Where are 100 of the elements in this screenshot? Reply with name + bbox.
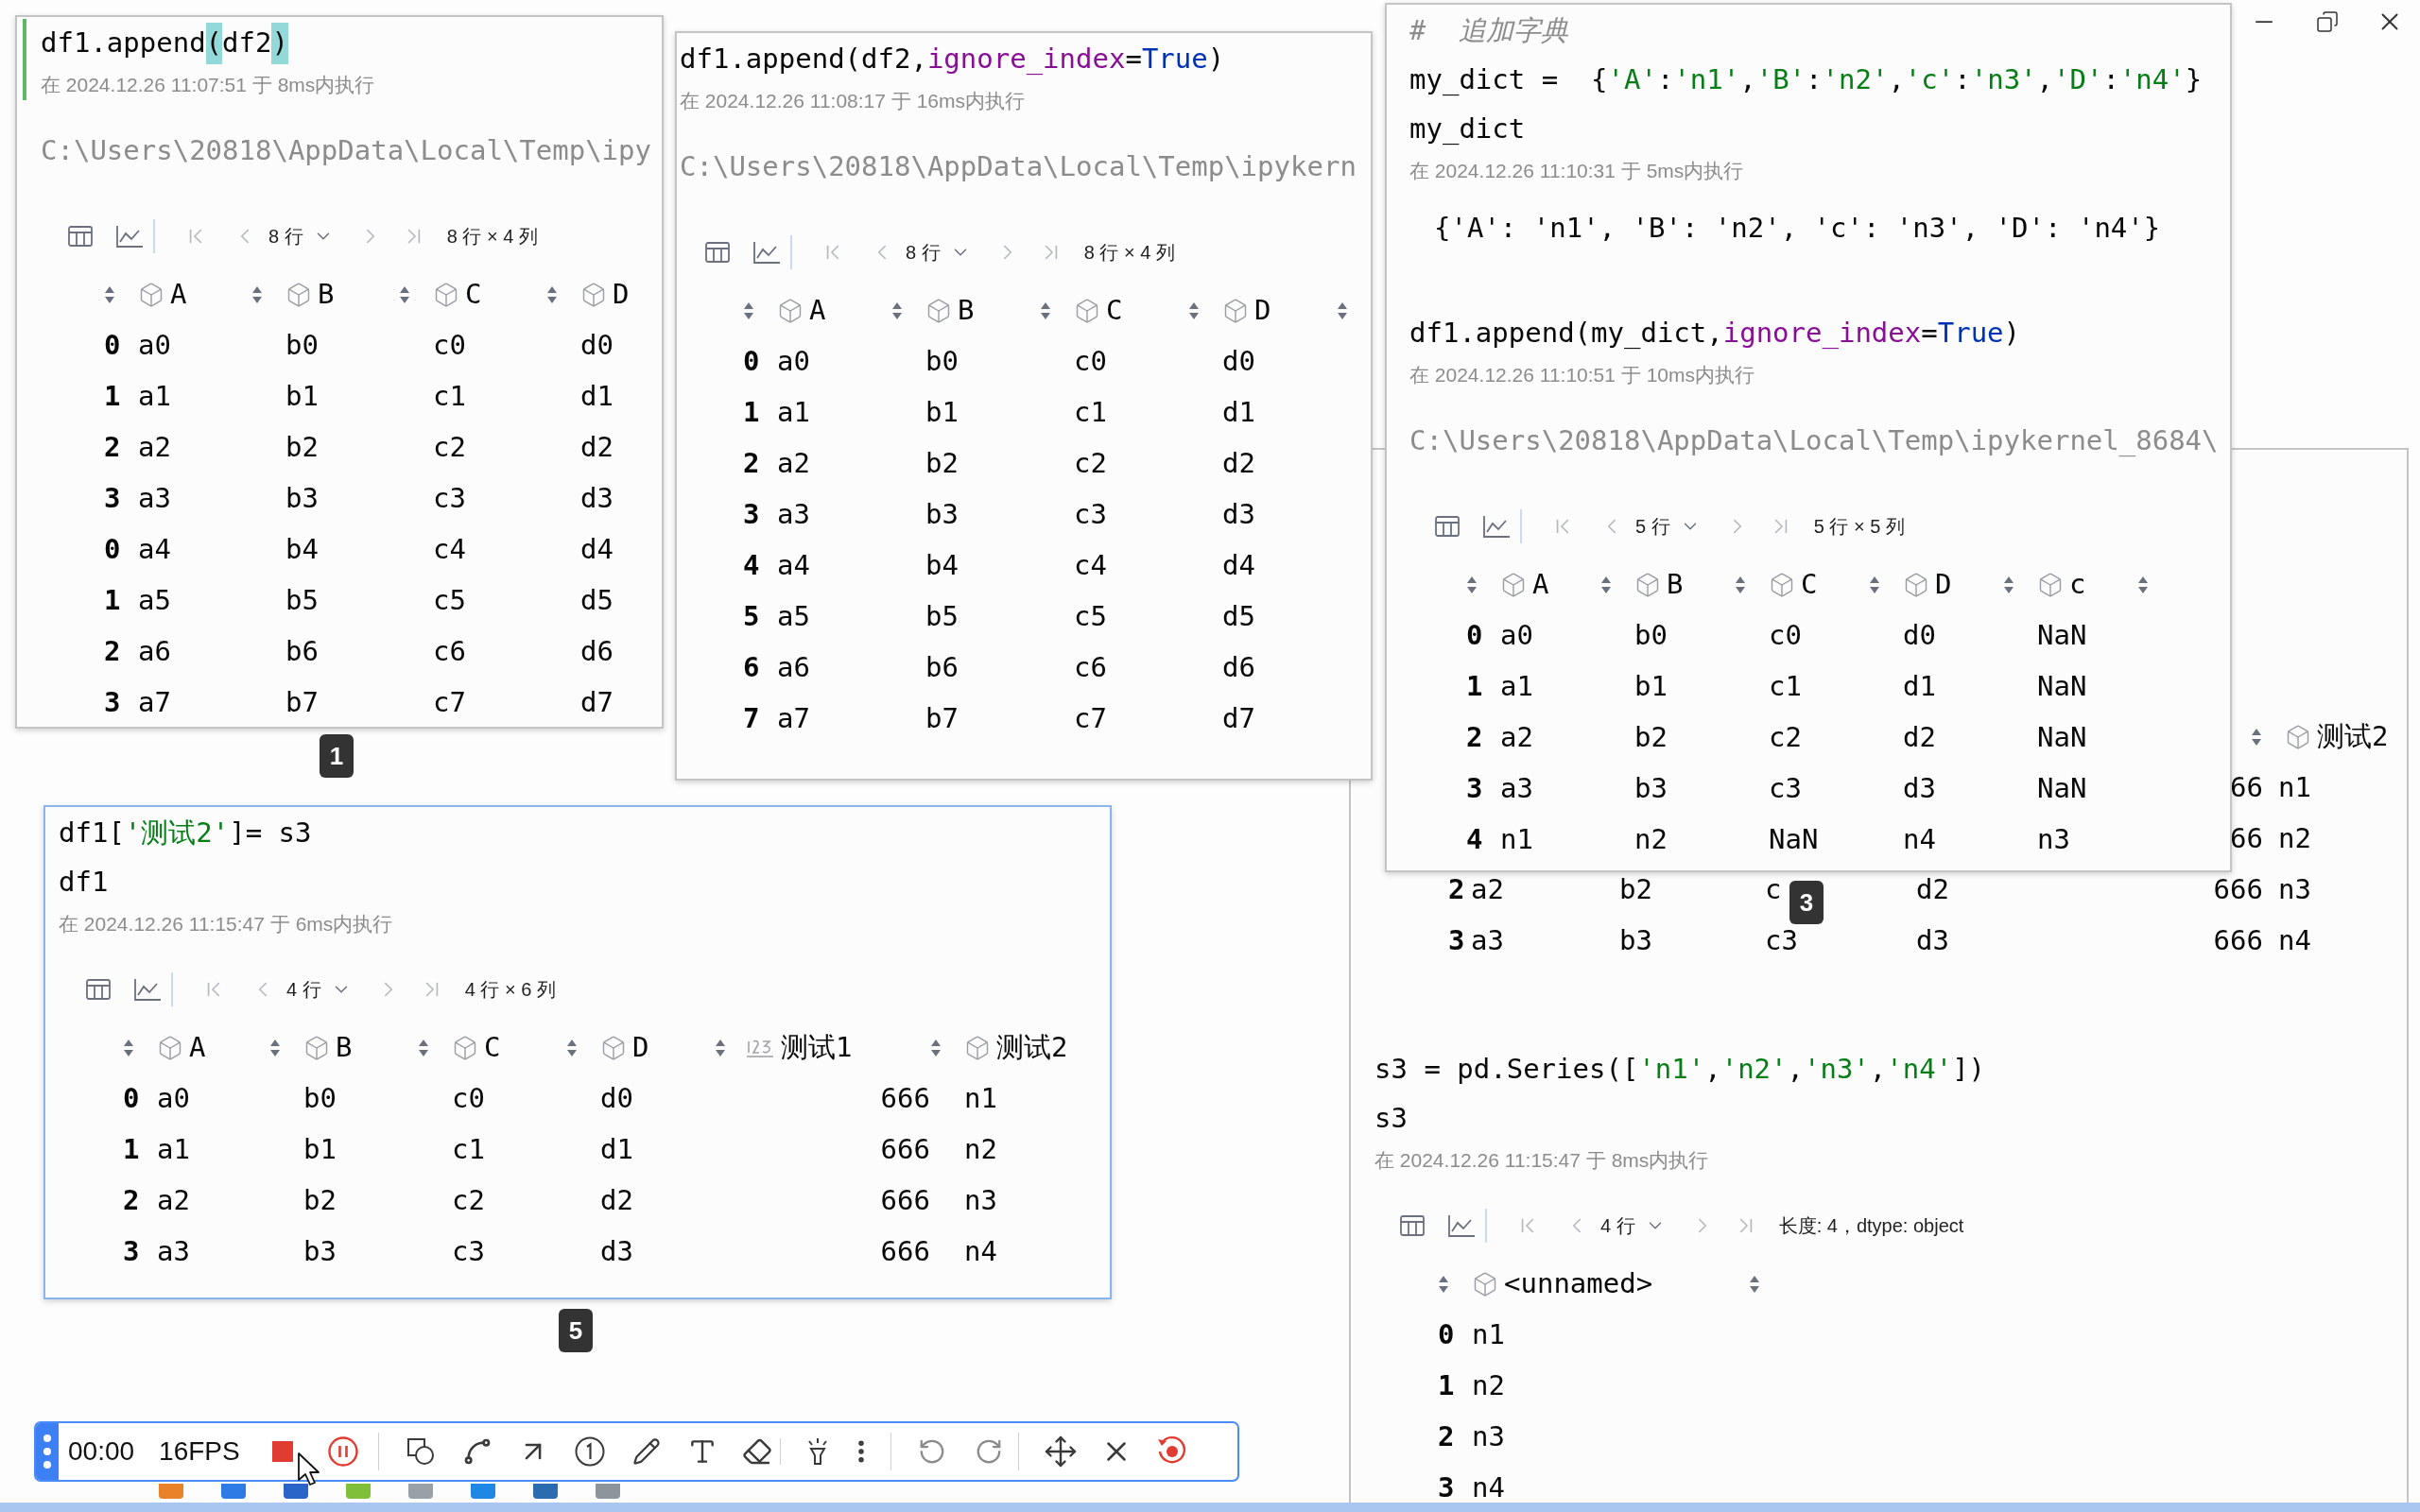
cube-icon: [1634, 572, 1661, 598]
table-cell-text: b2: [925, 446, 959, 482]
row-index: 2: [1438, 1419, 1456, 1455]
table-cell-text: a0: [777, 344, 810, 380]
line-chart-icon[interactable]: [752, 240, 781, 265]
sort-icon[interactable]: [1466, 575, 1478, 595]
pause-icon[interactable]: [326, 1435, 359, 1468]
drag-handle[interactable]: [36, 1423, 59, 1480]
rows-per-page-dropdown[interactable]: 8 行: [906, 238, 971, 266]
row-index: 0: [123, 1081, 141, 1117]
move-icon[interactable]: [1043, 1435, 1078, 1469]
table-cell-text: d1: [1222, 395, 1255, 431]
line-chart-icon[interactable]: [133, 977, 162, 1002]
rows-per-page-dropdown[interactable]: 4 行: [1600, 1211, 1666, 1240]
table-cell-text: c0: [1074, 344, 1107, 380]
table-cell-text: d1: [580, 379, 614, 415]
line-chart-icon[interactable]: [1482, 514, 1511, 539]
restore-icon[interactable]: [2316, 10, 2339, 33]
table-cell-text: d2: [1222, 446, 1255, 482]
line-chart-icon[interactable]: [1447, 1213, 1476, 1238]
table-cell: d2: [1916, 873, 1949, 906]
stop-button[interactable]: [271, 1441, 293, 1462]
cube-icon: [1903, 572, 1929, 598]
table-cell-text: d3: [1903, 771, 1936, 807]
sort-icon[interactable]: [1869, 575, 1880, 595]
table-cell-text: n2: [964, 1132, 997, 1168]
table-view-icon[interactable]: [704, 240, 731, 265]
numbered-marker-icon[interactable]: [573, 1435, 606, 1468]
sort-icon[interactable]: [1188, 301, 1200, 321]
table-cell-text: d7: [580, 685, 614, 721]
sort-icon[interactable]: [1749, 1274, 1760, 1295]
table-cell-text: NaN: [1769, 822, 1819, 858]
row-index: 0: [1466, 618, 1484, 654]
line-chart-icon[interactable]: [115, 224, 144, 249]
sort-icon[interactable]: [891, 301, 903, 321]
sort-icon[interactable]: [1438, 1274, 1449, 1295]
column-header: c: [2069, 567, 2086, 603]
table-cell-text: 666: [2213, 923, 2263, 959]
sort-icon[interactable]: [2251, 727, 2262, 747]
column-header: B: [336, 1030, 353, 1066]
table-cell-text: b3: [1634, 771, 1668, 807]
code-line: df1.append(df2,ignore_index=True): [680, 42, 1226, 77]
table-cell-text: b2: [285, 430, 319, 466]
cube-icon: [925, 298, 952, 324]
table-view-icon[interactable]: [1434, 514, 1461, 539]
table-dimensions-label: 8 行 × 4 列: [1083, 241, 1175, 265]
table-cell-text: a2: [138, 430, 171, 466]
sort-icon[interactable]: [399, 284, 410, 305]
row-index: 0: [743, 344, 761, 380]
sort-icon[interactable]: [1040, 301, 1051, 321]
sort-icon[interactable]: [104, 284, 115, 305]
table-view-icon[interactable]: [85, 977, 112, 1002]
sort-icon[interactable]: [743, 301, 754, 321]
eraser-icon[interactable]: [741, 1436, 772, 1467]
table-cell-text: d6: [1222, 650, 1255, 686]
table-cell-text: a3: [138, 481, 171, 517]
code-line: df1['测试2']= s3: [59, 816, 313, 851]
table-cell-text: n3: [2037, 822, 2070, 858]
sort-icon[interactable]: [123, 1038, 134, 1058]
sort-icon[interactable]: [1600, 575, 1612, 595]
table-cell-text: d0: [1903, 618, 1936, 654]
recording-timer: 00:00: [68, 1435, 135, 1468]
rows-per-page-dropdown[interactable]: 4 行: [286, 975, 352, 1004]
table-cell-text: b4: [925, 548, 959, 584]
table-view-icon[interactable]: [67, 224, 94, 249]
sort-icon[interactable]: [715, 1038, 726, 1058]
table-view-icon[interactable]: [1399, 1213, 1426, 1238]
shapes-icon[interactable]: [405, 1436, 436, 1467]
sort-icon[interactable]: [930, 1038, 942, 1058]
table-cell-text: a3: [1500, 771, 1533, 807]
table-cell-text: c3: [1769, 771, 1802, 807]
column-header: D: [632, 1030, 649, 1066]
table-cell-text: b0: [925, 344, 959, 380]
sort-icon[interactable]: [269, 1038, 281, 1058]
table-cell-text: c3: [1074, 497, 1107, 533]
rows-per-page-dropdown[interactable]: 8 行: [268, 222, 334, 250]
table-cell-text: a7: [777, 701, 810, 737]
rows-per-page-dropdown[interactable]: 5 行: [1635, 512, 1701, 541]
pencil-icon[interactable]: [631, 1437, 661, 1466]
table-cell-text: d2: [580, 430, 614, 466]
sort-icon[interactable]: [1337, 301, 1348, 321]
table-cell: c3: [1765, 924, 1798, 957]
row-index: 1: [123, 1132, 141, 1168]
sort-icon[interactable]: [566, 1038, 578, 1058]
sort-icon[interactable]: [2137, 575, 2149, 595]
table-cell-text: c5: [433, 583, 466, 619]
sort-icon[interactable]: [1735, 575, 1746, 595]
sort-icon[interactable]: [2003, 575, 2014, 595]
table-cell-text: a2: [157, 1183, 190, 1219]
table-cell: b3: [1619, 924, 1652, 957]
column-header: C: [1801, 567, 1818, 603]
row-index: 3: [1448, 923, 1466, 959]
table-cell-text: 666: [880, 1234, 930, 1270]
sort-icon[interactable]: [251, 284, 263, 305]
table-cell-text: a4: [777, 548, 810, 584]
sort-icon[interactable]: [418, 1038, 429, 1058]
table-cell-text: a3: [777, 497, 810, 533]
table-dimensions-label: 4 行 × 6 列: [464, 978, 556, 1002]
row-index: 3: [743, 497, 761, 533]
sort-icon[interactable]: [546, 284, 558, 305]
